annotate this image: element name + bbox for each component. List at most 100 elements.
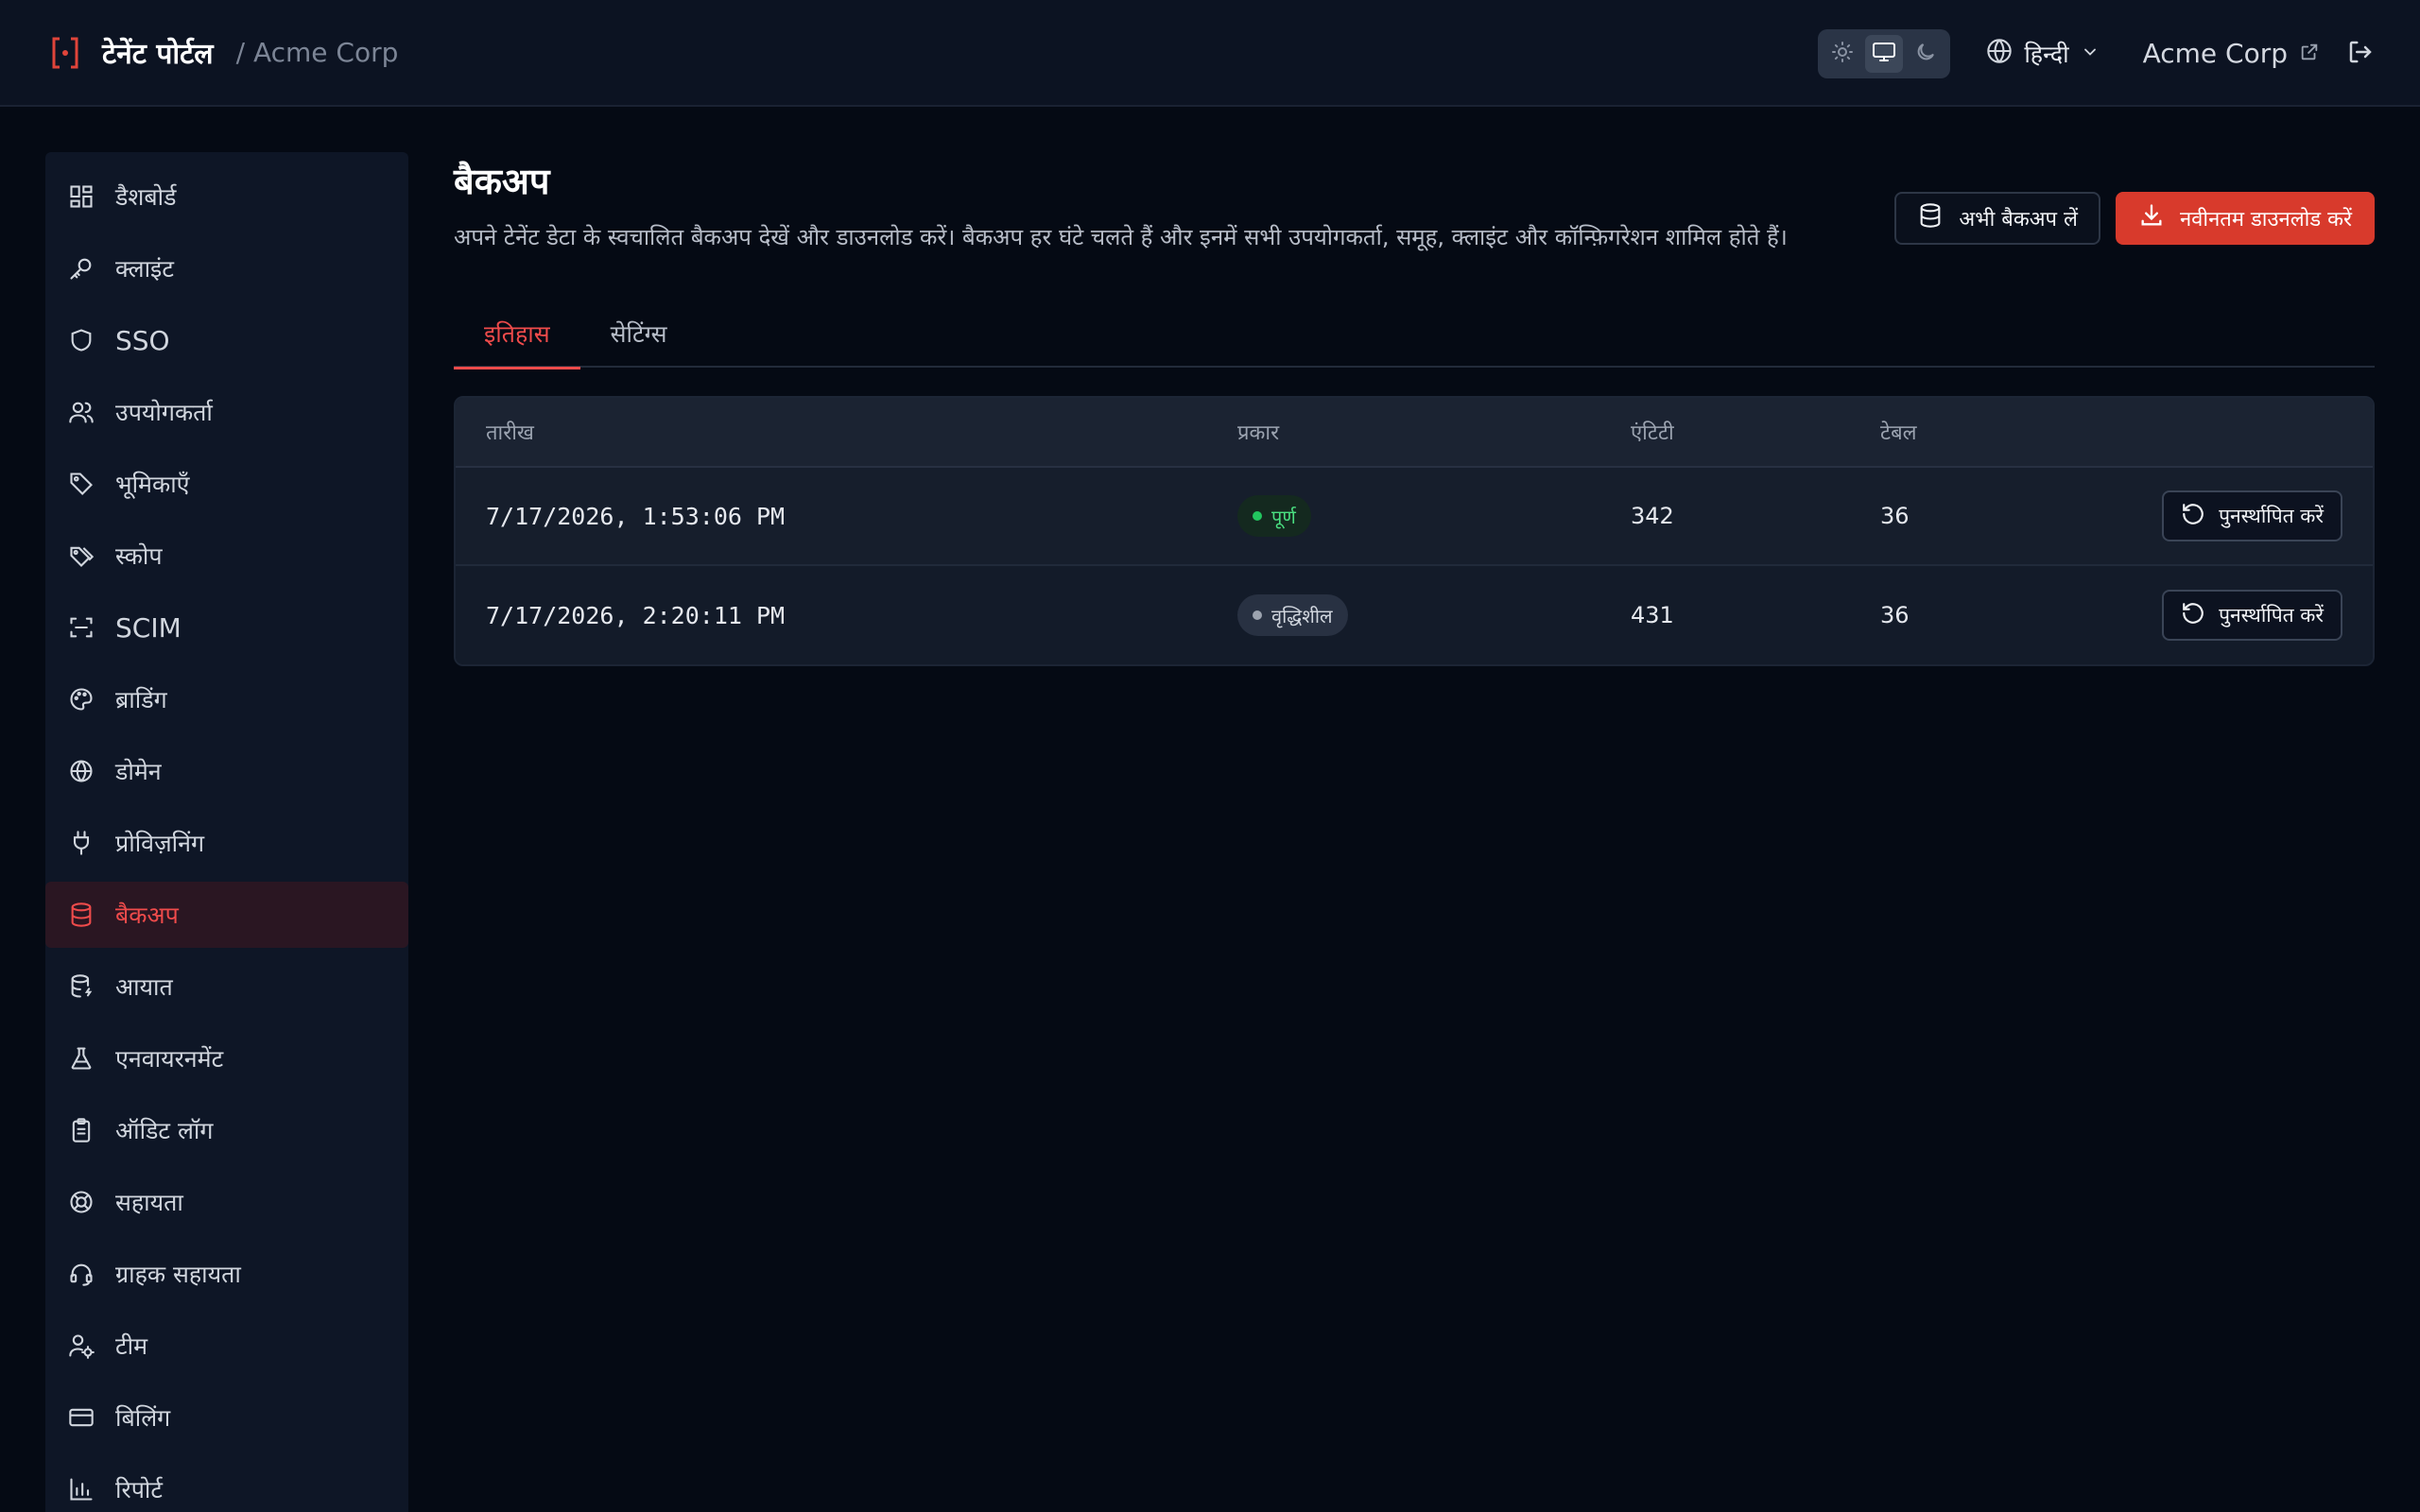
database-import-icon xyxy=(66,971,96,1002)
table-row: 7/17/2026, 2:20:11 PM वृद्धिशील 431 36 प… xyxy=(456,566,2373,664)
sidebar-item-label: एनवायरनमेंट xyxy=(115,1045,224,1073)
globe-icon xyxy=(66,756,96,786)
backup-now-button[interactable]: अभी बैकअप लें xyxy=(1894,192,2100,245)
status-badge: वृद्धिशील xyxy=(1237,594,1348,636)
sidebar-item-roles[interactable]: भूमिकाएँ xyxy=(45,451,408,517)
database-icon xyxy=(66,900,96,930)
sun-icon xyxy=(1831,41,1854,67)
logout-icon xyxy=(2346,38,2375,70)
restore-icon xyxy=(2181,601,2205,630)
theme-toggle xyxy=(1818,28,1951,78)
download-latest-button[interactable]: नवीनतम डाउनलोड करें xyxy=(2115,192,2375,245)
theme-dark-button[interactable] xyxy=(1907,35,1945,73)
sidebar-item-team[interactable]: टीम xyxy=(45,1313,408,1379)
tab-bar: इतिहास सेटिंग्स xyxy=(454,300,2375,369)
sidebar-item-label: बिलिंग xyxy=(115,1404,171,1432)
theme-system-button[interactable] xyxy=(1865,34,1904,73)
status-badge-label: पूर्ण xyxy=(1271,505,1296,528)
header-actions: हिन्दी Acme Corp xyxy=(1818,0,2375,107)
restore-label: पुनर्स्थापित करें xyxy=(2219,505,2324,527)
bar-chart-icon xyxy=(66,1474,96,1504)
status-badge: पूर्ण xyxy=(1237,495,1311,537)
status-dot xyxy=(1253,610,1262,620)
app-title: टेनेंट पोर्टल xyxy=(102,38,214,71)
action-cell: पुनर्स्थापित करें xyxy=(2126,490,2373,541)
language-selector[interactable]: हिन्दी xyxy=(1986,38,2099,70)
scan-icon xyxy=(66,612,96,643)
sidebar-item-label: बैकअप xyxy=(115,902,179,929)
action-cell: पुनर्स्थापित करें xyxy=(2126,590,2373,641)
column-header-date: तारीख xyxy=(486,421,534,445)
sidebar-item-label: SSO xyxy=(115,324,170,356)
sidebar-item-label: डैशबोर्ड xyxy=(115,183,177,211)
sidebar-item-branding[interactable]: ब्राडिंग xyxy=(45,666,408,732)
external-link-icon xyxy=(2299,38,2320,69)
logout-button[interactable] xyxy=(2346,38,2375,70)
sidebar-item-customer-support[interactable]: ग्राहक सहायता xyxy=(45,1241,408,1307)
sidebar-item-environment[interactable]: एनवायरनमेंट xyxy=(45,1025,408,1091)
download-icon xyxy=(2138,202,2165,234)
headset-icon xyxy=(66,1259,96,1289)
column-header-entities: एंटिटी xyxy=(1631,421,1674,445)
sidebar-item-label: स्कोप xyxy=(115,542,163,570)
sidebar-item-label: भूमिकाएँ xyxy=(115,471,190,498)
brand[interactable]: टेनेंट पोर्टल / Acme Corp xyxy=(49,0,398,106)
status-badge-label: वृद्धिशील xyxy=(1271,604,1333,627)
sidebar-item-dashboard[interactable]: डैशबोर्ड xyxy=(45,163,408,230)
sidebar-item-label: ग्राहक सहायता xyxy=(115,1261,241,1288)
org-external-link[interactable]: Acme Corp xyxy=(2143,38,2320,69)
sidebar-item-label: टीम xyxy=(115,1332,148,1360)
globe-icon xyxy=(1986,38,2013,70)
sidebar-item-label: डोमेन xyxy=(115,758,162,785)
sidebar-item-label: ब्राडिंग xyxy=(115,686,167,713)
sidebar-item-import[interactable]: आयात xyxy=(45,954,408,1020)
key-icon xyxy=(66,253,96,284)
table-row: 7/17/2026, 1:53:06 PM पूर्ण 342 36 पुनर्… xyxy=(456,468,2373,566)
sidebar-item-users[interactable]: उपयोगकर्ता xyxy=(45,379,408,445)
page-actions: अभी बैकअप लें नवीनतम डाउनलोड करें xyxy=(1894,192,2375,245)
theme-light-button[interactable] xyxy=(1824,35,1861,73)
type-cell: वृद्धिशील xyxy=(1237,594,1631,636)
sidebar-item-scopes[interactable]: स्कोप xyxy=(45,523,408,589)
backup-table: तारीख प्रकार एंटिटी टेबल 7/17/2026, 1:53… xyxy=(454,396,2375,666)
sidebar-item-reports[interactable]: रिपोर्ट xyxy=(45,1456,408,1512)
restore-button[interactable]: पुनर्स्थापित करें xyxy=(2162,490,2342,541)
sidebar-item-label: ऑडिट लॉग xyxy=(115,1117,214,1144)
logo-icon xyxy=(49,35,81,71)
table-count: 36 xyxy=(1880,602,1910,628)
sidebar-item-label: प्रोविज़निंग xyxy=(115,830,205,857)
entity-count: 342 xyxy=(1631,503,1674,529)
sidebar-item-clients[interactable]: क्लाइंट xyxy=(45,235,408,301)
clipboard-icon xyxy=(66,1115,96,1145)
sidebar-item-sso[interactable]: SSO xyxy=(45,307,408,373)
sidebar-item-scim[interactable]: SCIM xyxy=(45,594,408,661)
sidebar-item-help[interactable]: सहायता xyxy=(45,1169,408,1235)
table-header: तारीख प्रकार एंटिटी टेबल xyxy=(456,398,2373,468)
language-label: हिन्दी xyxy=(2024,40,2069,68)
column-header-tables: टेबल xyxy=(1880,421,1917,445)
database-icon xyxy=(1917,202,1944,234)
sidebar: डैशबोर्ड क्लाइंट SSO उपयोगकर्ता भूमिकाएँ… xyxy=(45,152,408,1512)
lifebuoy-icon xyxy=(66,1187,96,1217)
tab-history[interactable]: इतिहास xyxy=(454,300,580,369)
sidebar-item-domain[interactable]: डोमेन xyxy=(45,738,408,804)
restore-label: पुनर्स्थापित करें xyxy=(2219,604,2324,627)
table-count: 36 xyxy=(1880,503,1910,529)
user-cog-icon xyxy=(66,1331,96,1361)
sidebar-item-audit-log[interactable]: ऑडिट लॉग xyxy=(45,1097,408,1163)
sidebar-item-provisioning[interactable]: प्रोविज़निंग xyxy=(45,810,408,876)
flask-icon xyxy=(66,1043,96,1074)
org-breadcrumb: / Acme Corp xyxy=(235,37,399,68)
top-header: टेनेंट पोर्टल / Acme Corp हिन्दी Acme Co… xyxy=(0,0,2420,107)
restore-icon xyxy=(2181,502,2205,531)
dashboard-icon xyxy=(66,181,96,212)
sidebar-item-label: रिपोर्ट xyxy=(115,1476,163,1503)
sidebar-item-billing[interactable]: बिलिंग xyxy=(45,1384,408,1451)
tab-settings[interactable]: सेटिंग्स xyxy=(580,300,698,368)
sidebar-item-backup[interactable]: बैकअप xyxy=(45,882,408,948)
moon-icon xyxy=(1914,41,1937,67)
restore-button[interactable]: पुनर्स्थापित करें xyxy=(2162,590,2342,641)
credit-card-icon xyxy=(66,1402,96,1433)
column-header-type: प्रकार xyxy=(1237,421,1280,445)
palette-icon xyxy=(66,684,96,714)
